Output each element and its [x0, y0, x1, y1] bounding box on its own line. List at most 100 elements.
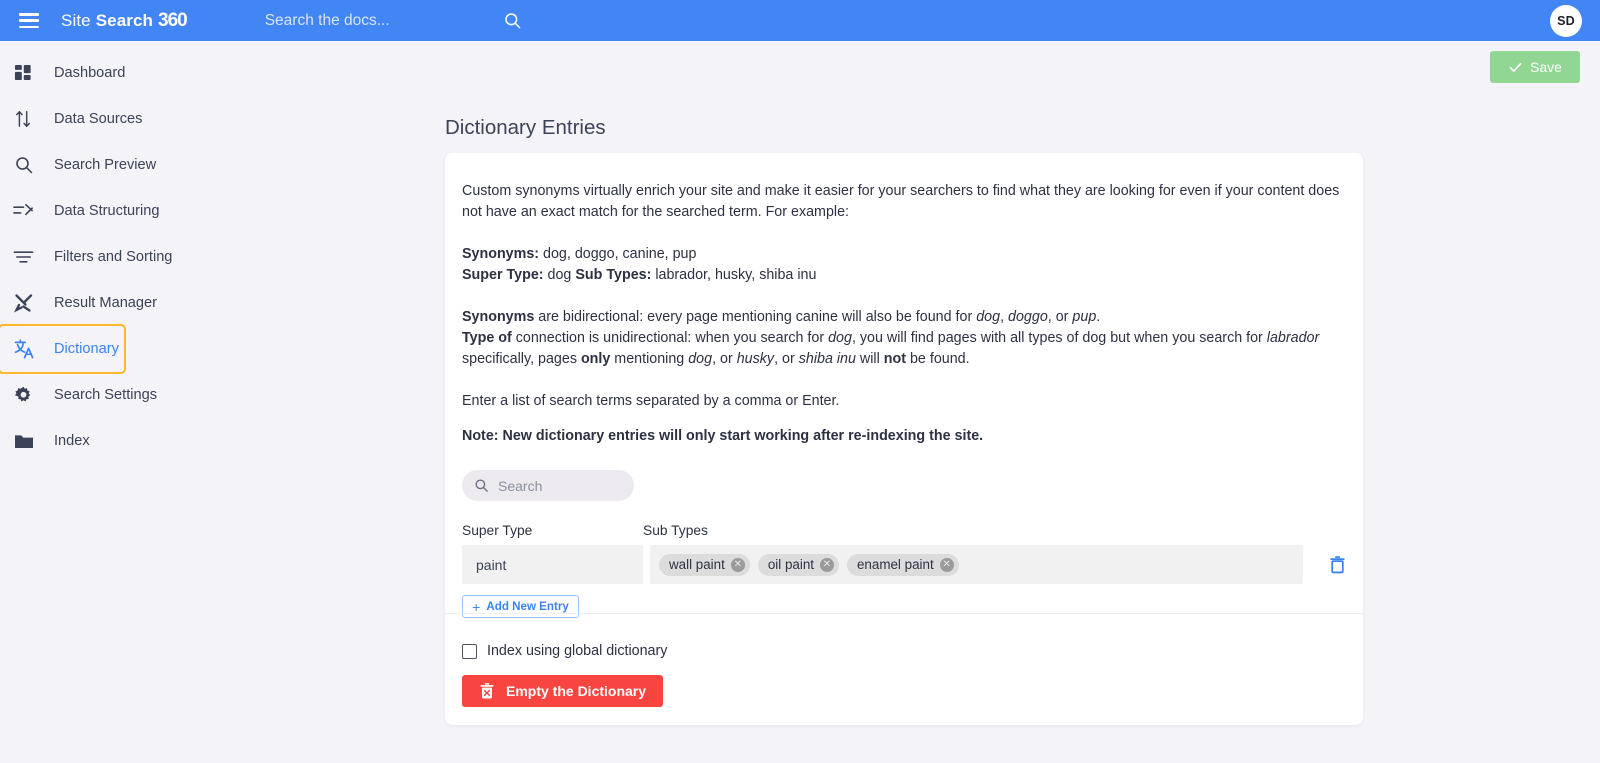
folder-icon	[10, 433, 37, 450]
hamburger-icon[interactable]	[19, 13, 39, 28]
save-button[interactable]: Save	[1490, 51, 1580, 83]
explain-bold: only	[580, 351, 611, 368]
explain-text: will	[855, 351, 884, 368]
example-synonyms-value: dog, doggo, canine, pup	[539, 246, 697, 263]
example-super-type-label: Super Type:	[462, 267, 544, 284]
sidebar-item-label: Dictionary	[54, 341, 119, 357]
delete-entry-button[interactable]	[1329, 555, 1346, 574]
search-icon[interactable]	[503, 11, 522, 30]
tools-icon	[10, 293, 37, 313]
sidebar-item-search-settings[interactable]: Search Settings	[0, 372, 157, 418]
brand-360-text: 360	[158, 9, 188, 31]
sidebar-item-data-sources[interactable]: Data Sources	[0, 96, 142, 142]
entries-search-input[interactable]	[498, 477, 618, 494]
sidebar-item-label: Result Manager	[54, 295, 158, 311]
note-text: Note: New dictionary entries will only s…	[462, 426, 1346, 447]
column-header-super-type: Super Type	[462, 523, 533, 539]
explain-text: , or	[712, 351, 737, 368]
close-icon[interactable]: ✕	[939, 557, 954, 572]
explain-text: are bidirectional: every page mentioning…	[534, 309, 977, 326]
global-dictionary-checkbox[interactable]	[462, 643, 477, 659]
explain-text: be found.	[906, 351, 970, 368]
explain-text: , or	[1047, 309, 1073, 326]
sidebar-item-dictionary[interactable]: Dictionary	[0, 324, 126, 374]
card-footer: Index using global dictionary Empty the …	[462, 643, 667, 707]
sidebar-item-filters-and-sorting[interactable]: Filters and Sorting	[0, 234, 172, 280]
avatar-initials: SD	[1557, 13, 1575, 28]
avatar[interactable]: SD	[1550, 4, 1582, 37]
note-bold: Note: New dictionary entries will only s…	[462, 428, 984, 445]
explain-text: mentioning	[610, 351, 689, 368]
dashboard-icon	[10, 64, 37, 83]
explain-bold: not	[883, 351, 906, 368]
example-types-line: Super Type: dog Sub Types: labrador, hus…	[462, 265, 1346, 286]
explain-typeof-bold: Type of	[462, 330, 512, 347]
explain-text: connection is unidirectional: when you s…	[511, 330, 829, 347]
example-sub-types-value: labrador, husky, shiba inu	[651, 267, 817, 284]
intro-paragraph: Custom synonyms virtually enrich your si…	[462, 183, 1340, 221]
empty-dictionary-label: Empty the Dictionary	[506, 683, 647, 699]
sub-type-chip[interactable]: wall paint ✕	[659, 553, 750, 576]
sidebar-item-label: Data Sources	[54, 111, 143, 127]
sidebar-item-search-preview[interactable]: Search Preview	[0, 142, 156, 188]
translate-icon	[10, 339, 37, 359]
explain-text: specifically, pages	[462, 351, 581, 368]
trash-icon	[1330, 556, 1345, 574]
brand-search-text: Search	[95, 10, 154, 30]
example-synonyms-line: Synonyms: dog, doggo, canine, pup	[462, 244, 1346, 265]
top-bar: Site Search 360 SD	[0, 0, 1600, 41]
table-row: wall paint ✕ oil paint ✕ enamel paint ✕	[462, 545, 1346, 585]
brand-logo[interactable]: Site Search 360	[61, 9, 188, 32]
explain-italic: dog	[828, 330, 852, 347]
explain-italic: shiba inu	[798, 351, 856, 368]
explain-italic: doggo	[1008, 309, 1048, 326]
global-search-input[interactable]	[264, 11, 437, 30]
explain-text: , or	[774, 351, 799, 368]
add-new-entry-button[interactable]: + Add New Entry	[462, 595, 579, 619]
sidebar-item-label: Data Structuring	[54, 203, 160, 219]
filter-icon	[10, 249, 37, 265]
add-new-entry-label: Add New Entry	[486, 600, 569, 614]
close-icon[interactable]: ✕	[730, 557, 745, 572]
check-icon	[1509, 62, 1522, 72]
explain-synonyms-line: Synonyms are bidirectional: every page m…	[462, 307, 1346, 328]
sidebar-item-label: Search Preview	[54, 157, 157, 173]
sidebar-item-dashboard[interactable]: Dashboard	[0, 50, 125, 96]
entries-search	[462, 470, 634, 502]
sidebar-item-result-manager[interactable]: Result Manager	[0, 280, 157, 326]
explain-synonyms-bold: Synonyms	[462, 309, 535, 326]
page-title: Dictionary Entries	[445, 116, 606, 139]
explain-text: .	[1096, 309, 1101, 326]
gear-icon	[10, 386, 37, 405]
explain-italic: husky	[736, 351, 775, 368]
sidebar: Dashboard Data Sources Search Preview Da…	[0, 41, 400, 763]
global-dictionary-label: Index using global dictionary	[487, 643, 668, 659]
search-icon	[10, 155, 37, 175]
explain-italic: dog	[688, 351, 713, 368]
sub-type-chip-label: enamel paint	[856, 557, 934, 573]
empty-dictionary-button[interactable]: Empty the Dictionary	[462, 675, 664, 707]
sub-types-input-area[interactable]: wall paint ✕ oil paint ✕ enamel paint ✕	[650, 545, 1303, 585]
explain-italic: dog	[976, 309, 1001, 326]
explain-text: ,	[1000, 309, 1009, 326]
card-divider	[445, 613, 1363, 614]
example-sub-types-label: Sub Types:	[575, 267, 652, 284]
sub-type-chip[interactable]: enamel paint ✕	[846, 553, 959, 576]
explain-text: , you will find pages with all types of …	[851, 330, 1267, 347]
sub-type-chip[interactable]: oil paint ✕	[757, 553, 839, 576]
close-icon[interactable]: ✕	[819, 557, 834, 572]
save-button-label: Save	[1530, 59, 1562, 75]
example-super-type-value: dog	[543, 267, 576, 284]
sidebar-item-index[interactable]: Index	[0, 418, 124, 464]
search-icon	[475, 479, 488, 492]
trash-x-icon	[480, 683, 494, 699]
global-dictionary-checkbox-row[interactable]: Index using global dictionary	[462, 643, 667, 659]
brand-site-text: Site	[61, 10, 91, 30]
super-type-input[interactable]	[462, 545, 643, 585]
explain-italic: labrador	[1266, 330, 1320, 347]
arrows-updown-icon	[10, 109, 37, 129]
instruction-text: Enter a list of search terms separated b…	[462, 393, 840, 410]
global-search	[264, 11, 522, 30]
sidebar-item-data-structuring[interactable]: Data Structuring	[0, 188, 159, 234]
column-header-sub-types: Sub Types	[643, 523, 708, 539]
